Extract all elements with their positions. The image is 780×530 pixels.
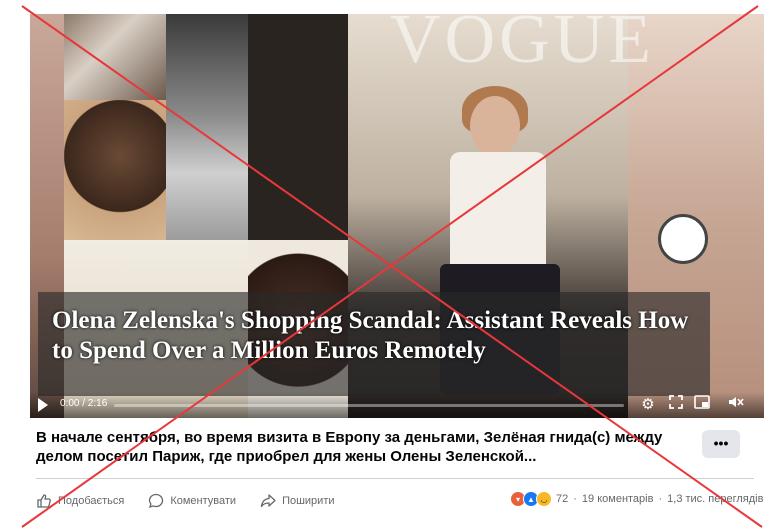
video-player[interactable]: VOGUE Olena Zelenska's Shopping Scandal:… bbox=[30, 14, 764, 418]
thumbs-up-icon bbox=[36, 493, 52, 509]
comment-icon bbox=[148, 493, 164, 509]
figure-body bbox=[450, 152, 546, 272]
volume-muted-icon[interactable] bbox=[726, 395, 746, 415]
stats-separator: · bbox=[658, 493, 663, 505]
settings-icon[interactable]: ⚙ bbox=[638, 395, 658, 415]
share-button[interactable]: Поширити bbox=[260, 493, 335, 509]
reaction-icons[interactable]: ▾ ▲ ◡ bbox=[510, 491, 552, 507]
stats-separator: · bbox=[573, 493, 577, 505]
post-caption: В начале сентября, во время визита в Евр… bbox=[36, 429, 663, 465]
divider bbox=[36, 478, 754, 479]
video-progress-bar[interactable] bbox=[114, 404, 624, 407]
video-title-overlay: Olena Zelenska's Shopping Scandal: Assis… bbox=[38, 292, 710, 396]
collage-panel-necklace bbox=[64, 100, 166, 240]
video-controls: 0:00 / 2:16 ⚙ bbox=[30, 392, 764, 418]
fullscreen-expand-icon[interactable] bbox=[666, 395, 686, 415]
comment-button[interactable]: Коментувати bbox=[148, 493, 236, 509]
video-time: 0:00 / 2:16 bbox=[60, 398, 108, 409]
post-actions: Подобається Коментувати Поширити bbox=[36, 486, 335, 516]
more-options-button[interactable]: ••• bbox=[702, 430, 740, 458]
more-icon: ••• bbox=[713, 435, 729, 451]
comments-count[interactable]: 19 коментарів bbox=[582, 493, 654, 505]
video-overlay-title: Olena Zelenska's Shopping Scandal: Assis… bbox=[52, 307, 689, 364]
figure-head bbox=[470, 96, 520, 156]
laugh-reaction-icon: ◡ bbox=[536, 491, 552, 507]
share-icon bbox=[260, 493, 276, 509]
reactions-count[interactable]: 72 bbox=[556, 493, 568, 505]
comment-label: Коментувати bbox=[170, 495, 237, 507]
collage-panel-handbag bbox=[64, 14, 166, 100]
share-label: Поширити bbox=[282, 495, 335, 507]
like-label: Подобається bbox=[58, 495, 125, 507]
facebook-post: VOGUE Olena Zelenska's Shopping Scandal:… bbox=[16, 10, 764, 522]
post-stats: ▾ ▲ ◡ 72 · 19 коментарів · 1,3 тис. пере… bbox=[510, 491, 763, 507]
watch-image bbox=[658, 214, 708, 264]
picture-in-picture-icon[interactable] bbox=[692, 395, 712, 415]
views-count[interactable]: 1,3 тис. переглядів bbox=[667, 493, 763, 505]
play-icon[interactable] bbox=[38, 398, 48, 412]
like-button[interactable]: Подобається bbox=[36, 493, 124, 509]
magazine-masthead: VOGUE bbox=[390, 14, 655, 78]
